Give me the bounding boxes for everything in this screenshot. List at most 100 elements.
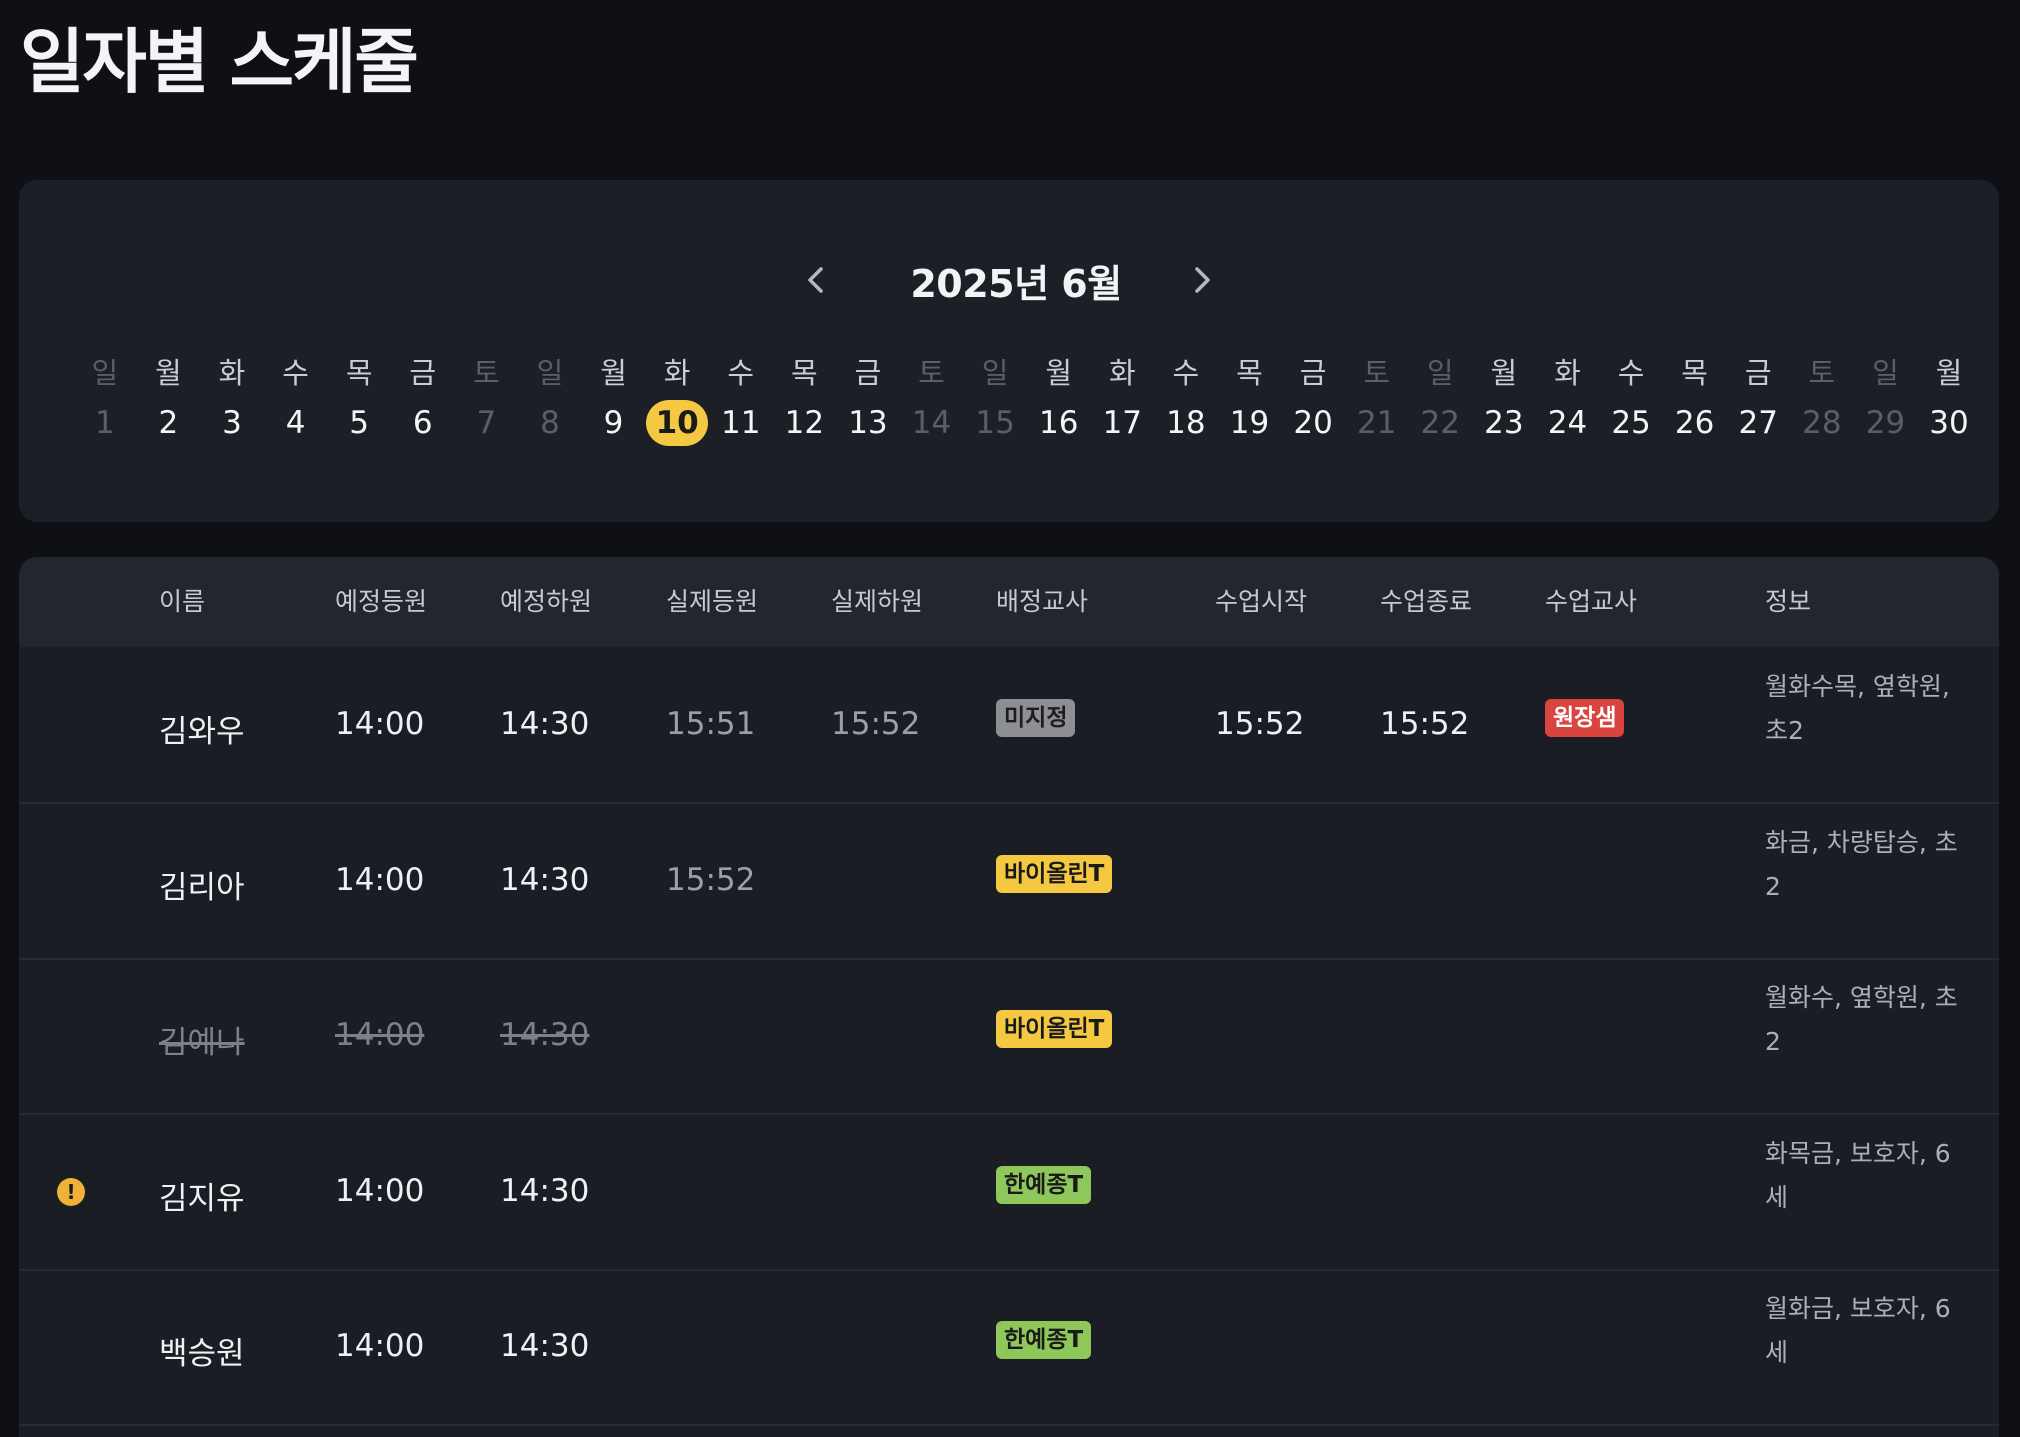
planned-out-time: 14:30 [500, 1328, 590, 1364]
day-of-week: 토 [1808, 356, 1836, 390]
calendar-day[interactable]: 일 15 [963, 352, 1027, 448]
planned-in-time: 14:00 [335, 1172, 425, 1209]
calendar-day[interactable]: 화3 [200, 352, 264, 448]
prev-month-button[interactable] [794, 258, 838, 302]
class-start-time: 15:52 [1215, 706, 1305, 742]
table-row[interactable]: 김리아 14:00 14:30 15:52 바이올린T 화금, 차량탑승, 초2 [19, 803, 1999, 960]
student-name: 김예나 [159, 1025, 245, 1061]
schedule-table: 이름 예정등원 예정하원 실제등원 실제하원 배정교사 수업시작 수업종료 수업… [19, 557, 1999, 1437]
day-of-week: 수 [1172, 356, 1200, 390]
day-of-week: 토 [473, 356, 500, 390]
day-of-week: 금 [1744, 356, 1772, 390]
day-of-week: 화 [218, 356, 246, 390]
day-number: 13 [848, 405, 888, 441]
header-class-end[interactable]: 수업종료 [1380, 557, 1472, 647]
day-of-week: 목 [790, 356, 818, 390]
header-name[interactable]: 이름 [159, 557, 205, 647]
calendar-day[interactable]: 수 18 [1154, 352, 1218, 448]
calendar-day[interactable]: 토7 [455, 352, 519, 448]
calendar-day[interactable]: 월9 [582, 352, 646, 448]
calendar-day[interactable]: 수 25 [1599, 352, 1663, 448]
planned-in-time: 14:00 [335, 1328, 425, 1364]
header-class-start[interactable]: 수업시작 [1215, 557, 1307, 647]
actual-out-time: 15:52 [831, 706, 921, 742]
student-info: 월화수목, 옆학원, 초2 [1765, 672, 1950, 745]
day-number: 6 [412, 405, 433, 441]
calendar-day[interactable]: 토 14 [900, 352, 964, 448]
header-assigned-teacher[interactable]: 배정교사 [996, 557, 1088, 647]
calendar-day[interactable]: 금 27 [1726, 352, 1790, 448]
calendar-day[interactable]: 일 22 [1408, 352, 1472, 448]
calendar-day[interactable]: 월 23 [1472, 352, 1536, 448]
actual-in-time: 15:52 [666, 861, 756, 898]
calendar-day[interactable]: 토 28 [1790, 352, 1854, 448]
assigned-teacher-badge[interactable]: 바이올린T [996, 854, 1113, 893]
calendar-day[interactable]: 수4 [264, 352, 328, 448]
header-class-teacher[interactable]: 수업교사 [1545, 557, 1637, 647]
assigned-teacher-badge[interactable]: 한예종T [996, 1165, 1092, 1204]
day-of-week: 화 [1554, 356, 1581, 390]
warning-icon: ! [57, 1177, 85, 1206]
day-of-week: 일 [91, 356, 119, 390]
day-number: 3 [222, 405, 242, 441]
calendar-day[interactable]: 일 29 [1854, 352, 1918, 448]
day-of-week: 화 [663, 356, 691, 390]
actual-in-time: 15:51 [666, 706, 756, 742]
calendar-day[interactable]: 목5 [327, 352, 391, 448]
calendar-day[interactable]: 화 17 [1091, 352, 1155, 448]
calendar-day[interactable]: 토 21 [1345, 352, 1409, 448]
header-actual-out[interactable]: 실제하원 [831, 557, 923, 647]
day-of-week: 금 [1299, 356, 1327, 390]
planned-in-time: 14:00 [335, 706, 425, 742]
day-of-week: 일 [536, 356, 564, 390]
header-info[interactable]: 정보 [1765, 557, 1811, 647]
table-row[interactable]: 백승원 14:00 14:30 한예종T 월화금, 보호자, 6세 [19, 1269, 1999, 1426]
calendar-day[interactable]: 월2 [137, 352, 201, 448]
header-actual-in[interactable]: 실제등원 [666, 557, 758, 647]
header-planned-out[interactable]: 예정하원 [500, 557, 592, 647]
table-row[interactable]: 김와우 14:00 14:30 15:51 15:52 미지정 15:52 15:52 원장샘 월… [19, 647, 1999, 804]
day-number: 4 [285, 405, 306, 441]
calendar-day[interactable]: 금 20 [1281, 352, 1345, 448]
day-of-week: 수 [1617, 356, 1645, 390]
day-number: 17 [1102, 405, 1143, 441]
day-of-week: 토 [1363, 356, 1391, 390]
planned-out-time: 14:30 [500, 706, 590, 742]
calendar-day[interactable]: 목 19 [1218, 352, 1282, 448]
assigned-teacher-badge[interactable]: 미지정 [996, 699, 1076, 737]
assigned-teacher-badge[interactable]: 한예종T [996, 1321, 1092, 1359]
calendar-day[interactable]: 목 26 [1663, 352, 1727, 448]
table-row[interactable]: ! 김지유 14:00 14:30 한예종T 화목금, 보호자, 6세 [19, 1114, 1999, 1271]
day-number: 28 [1802, 405, 1842, 441]
day-of-week: 일 [981, 356, 1009, 390]
calendar-day[interactable]: 화 24 [1536, 352, 1600, 448]
calendar-day[interactable]: 금6 [391, 352, 455, 448]
student-name: 백승원 [159, 1336, 245, 1372]
day-number: 22 [1420, 405, 1460, 441]
calendar-day[interactable]: 일8 [518, 352, 582, 448]
day-number: 12 [784, 405, 825, 441]
calendar-day[interactable]: 월 16 [1027, 352, 1091, 448]
calendar-day[interactable]: 일1 [73, 352, 137, 448]
student-info: 월화금, 보호자, 6세 [1765, 1294, 1951, 1367]
day-number: 5 [349, 405, 370, 441]
day-number: 21 [1356, 405, 1397, 441]
calendar-day[interactable]: 화 10 [645, 352, 709, 448]
class-teacher-badge[interactable]: 원장샘 [1545, 699, 1625, 737]
calendar-day[interactable]: 월 30 [1917, 352, 1981, 448]
table-row[interactable]: 김예나 14:00 14:30 바이올린T 월화수, 옆학원, 초2 [19, 958, 1999, 1115]
calendar-day[interactable]: 목 12 [773, 352, 837, 448]
page-title: 일자별 스케줄 [20, 21, 419, 103]
calendar-day[interactable]: 수 11 [709, 352, 773, 448]
day-of-week: 월 [1045, 356, 1073, 390]
day-number: 30 [1929, 405, 1969, 441]
day-of-week: 금 [409, 356, 437, 390]
day-number: 15 [975, 405, 1015, 441]
calendar-day[interactable]: 금 13 [836, 352, 900, 448]
day-number: 18 [1166, 405, 1206, 441]
next-month-button[interactable] [1180, 258, 1224, 302]
header-planned-in[interactable]: 예정등원 [335, 557, 427, 647]
assigned-teacher-badge[interactable]: 바이올린T [996, 1010, 1113, 1048]
day-number: 26 [1674, 405, 1715, 441]
student-info: 월화수, 옆학원, 초2 [1765, 983, 1958, 1056]
